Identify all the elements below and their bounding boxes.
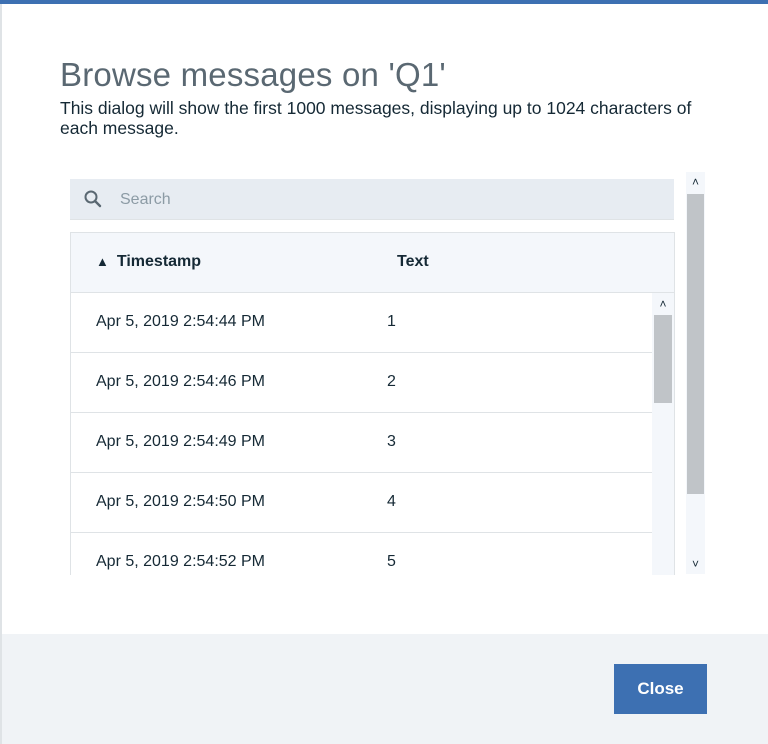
table-body: Apr 5, 2019 2:54:44 PM 1 Apr 5, 2019 2:5… xyxy=(71,293,652,575)
cell-timestamp: Apr 5, 2019 2:54:50 PM xyxy=(96,493,265,510)
table-row[interactable]: Apr 5, 2019 2:54:50 PM 4 xyxy=(71,473,652,533)
table-row[interactable]: Apr 5, 2019 2:54:44 PM 1 xyxy=(71,293,652,353)
cell-timestamp: Apr 5, 2019 2:54:49 PM xyxy=(96,433,265,450)
table-row[interactable]: Apr 5, 2019 2:54:52 PM 5 xyxy=(71,533,652,575)
cell-text: 3 xyxy=(387,433,396,450)
dialog-title: Browse messages on 'Q1' xyxy=(60,56,446,93)
cell-text: 2 xyxy=(387,373,396,390)
table-scrollbar[interactable]: ˄ xyxy=(652,293,674,575)
cell-timestamp: Apr 5, 2019 2:54:52 PM xyxy=(96,553,265,570)
dialog-scrollbar-thumb[interactable] xyxy=(687,194,704,494)
chevron-down-icon[interactable]: ˅ xyxy=(686,554,705,574)
chevron-up-icon[interactable]: ˄ xyxy=(686,172,705,192)
column-header-timestamp[interactable]: ▲ Timestamp xyxy=(96,253,201,271)
sort-ascending-icon: ▲ xyxy=(96,254,109,269)
cell-text: 4 xyxy=(387,493,396,510)
cell-text: 5 xyxy=(387,553,396,570)
cell-text: 1 xyxy=(387,313,396,330)
search-icon xyxy=(84,190,102,208)
search-input[interactable] xyxy=(118,187,642,213)
search-bar[interactable] xyxy=(70,179,674,220)
table-row[interactable]: Apr 5, 2019 2:54:49 PM 3 xyxy=(71,413,652,473)
messages-table: ▲ Timestamp Text Apr 5, 2019 2:54:44 PM 1… xyxy=(70,232,675,575)
chevron-up-icon[interactable]: ˄ xyxy=(652,293,674,313)
column-header-text[interactable]: Text xyxy=(397,253,429,271)
dialog-description: This dialog will show the first 1000 mes… xyxy=(60,98,692,138)
column-header-timestamp-label: Timestamp xyxy=(116,253,202,270)
table-header: ▲ Timestamp Text xyxy=(71,233,674,293)
close-button[interactable]: Close xyxy=(614,664,707,714)
cell-timestamp: Apr 5, 2019 2:54:46 PM xyxy=(96,373,265,390)
table-row[interactable]: Apr 5, 2019 2:54:46 PM 2 xyxy=(71,353,652,413)
cell-timestamp: Apr 5, 2019 2:54:44 PM xyxy=(96,313,265,330)
dialog-scrollbar[interactable]: ˄ ˅ xyxy=(686,172,705,574)
table-scrollbar-thumb[interactable] xyxy=(654,315,672,403)
